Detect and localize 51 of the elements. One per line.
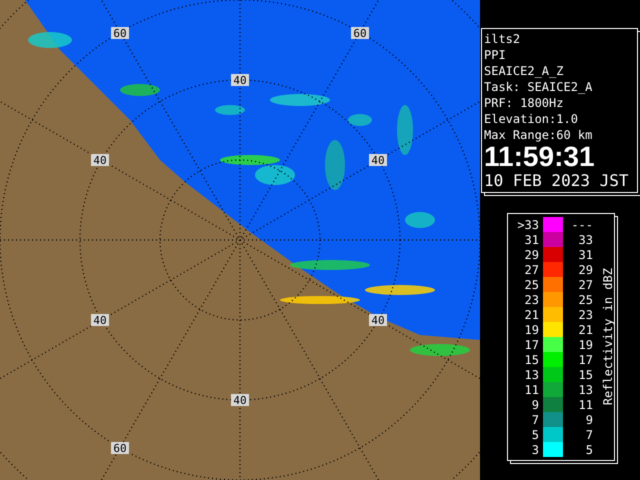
legend-low-value: 9 [530,398,539,412]
legend-high-value: 17 [578,352,593,366]
legend-high-value: 9 [584,412,593,426]
legend-high-value: 15 [578,368,593,382]
legend-low-value: 29 [524,248,539,262]
max-range-value: Max Range:60 km [484,127,594,143]
legend-low-value: 11 [524,382,539,396]
legend-low-value: 25 [524,278,539,292]
date-label: 10 FEB 2023 JST [484,171,630,191]
legend-low-value: 19 [524,322,539,336]
legend-low-value: 23 [524,292,539,306]
legend-high-value: 5 [584,442,593,456]
legend-high-value: 33 [578,232,593,246]
legend-high-value: 29 [578,262,593,276]
legend-low-value: 5 [530,428,539,442]
legend-low-value: 3 [530,442,539,456]
task-name: Task: SEAICE2_A [484,79,594,95]
range-label: 40 [233,394,247,407]
legend-low-value: 31 [524,232,539,246]
range-label: 60 [113,442,127,455]
legend-high-value: 31 [578,248,593,262]
range-label: 60 [353,27,367,40]
range-label: 40 [371,154,385,167]
legend-low-value: 21 [524,308,539,322]
range-label: 40 [93,154,107,167]
clock-time: 11:59:31 [484,143,596,171]
station-name: ilts2 [484,31,522,47]
legend-high-value: 21 [578,322,593,336]
legend-high-value: 27 [578,278,593,292]
scan-mode: PPI [484,47,507,63]
legend-low-value: 27 [524,262,539,276]
legend-high-value: 23 [578,308,593,322]
legend-low-value: 7 [530,412,539,426]
legend-high-value: 13 [578,382,593,396]
legend-low-value: 17 [524,338,539,352]
legend-high-value: 19 [578,338,593,352]
legend-low-value: 15 [524,352,539,366]
legend-low-value: 13 [524,368,539,382]
prf-value: PRF: 1800Hz [484,95,564,111]
legend-title: Reflectivity in dBZ [601,268,615,406]
range-label: 40 [371,314,385,327]
elevation-value: Elevation:1.0 [484,111,579,127]
range-label: 60 [113,27,127,40]
range-label: 40 [93,314,107,327]
product-name: SEAICE2_A_Z [484,63,564,79]
legend-high-value: 25 [578,292,593,306]
legend-low-value: >33 [516,218,539,232]
legend-high-value: 7 [584,428,593,442]
legend-high-value: 11 [578,398,593,412]
range-label: 40 [233,74,247,87]
legend-high-value: --- [570,218,593,232]
